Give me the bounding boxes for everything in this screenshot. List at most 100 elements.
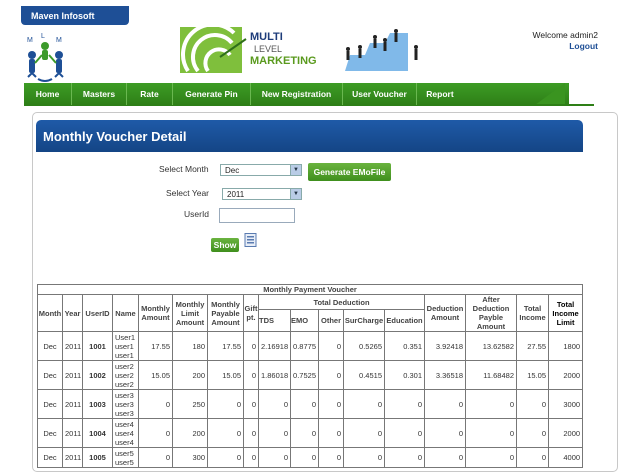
cell-tds: 2.16918 <box>258 331 291 361</box>
cell-monthly-amount: 15.05 <box>138 360 173 390</box>
cell-total-income-limit: 2000 <box>547 360 584 390</box>
cell-after-deduction: 0 <box>465 418 517 448</box>
brand-name: Maven Infosoft <box>31 10 95 21</box>
generate-emofile-button[interactable]: Generate EMoFile <box>308 163 391 181</box>
nav-home[interactable]: Home <box>24 83 72 105</box>
cell-emo: 0.7525 <box>290 360 319 390</box>
cell-name: user2 user2 user2 <box>112 360 139 390</box>
cell-surcharge: 0 <box>343 389 385 419</box>
cell-total-income: 0 <box>516 389 549 419</box>
cell-deduction-amount: 3.92418 <box>424 331 466 361</box>
cell-total-income: 15.05 <box>516 360 549 390</box>
nav-report[interactable]: Report <box>417 83 463 105</box>
mlm-logo: M L M <box>27 33 64 82</box>
header-surcharge: SurCharge <box>343 309 385 332</box>
cell-education: 0.301 <box>384 360 425 390</box>
nav-new-registration[interactable]: New Registration <box>251 83 343 105</box>
header-tds: TDS <box>258 309 291 332</box>
name-line: user1 <box>115 350 134 360</box>
cell-year: 2011 <box>62 389 83 419</box>
month-select[interactable]: Dec ▼ <box>220 164 302 176</box>
cell-total-income: 0 <box>516 418 549 448</box>
header-total-income: Total Income <box>516 294 549 332</box>
cell-gift: 0 <box>243 389 259 419</box>
header-emo: EMO <box>290 309 319 332</box>
year-label: Select Year <box>166 188 210 198</box>
cell-monthly-payable: 15.05 <box>207 360 244 390</box>
cell-monthly-payable: 0 <box>207 447 244 468</box>
table-row: Dec 2011 1004 user4 user4 user4 0 200 0 0 0 0 0 0 0 0 0 0… <box>37 418 584 448</box>
cell-monthly-payable: 0 <box>207 418 244 448</box>
show-button[interactable]: Show <box>211 238 239 252</box>
header-month: Month <box>37 294 63 332</box>
cell-deduction-amount: 0 <box>424 447 466 468</box>
nav-masters[interactable]: Masters <box>72 83 127 105</box>
cell-emo: 0 <box>290 389 319 419</box>
banner-line1: MULTI <box>250 31 283 43</box>
header-other: Other <box>318 309 344 332</box>
table-caption: Monthly Payment Voucher <box>36 284 584 295</box>
cell-tds: 0 <box>258 389 291 419</box>
cell-tds: 1.86018 <box>258 360 291 390</box>
table-row: Dec 2011 1001 User1 user1 user1 17.55 180 17.55 0… <box>37 331 584 361</box>
cell-education: 0 <box>384 447 425 468</box>
cell-total-income: 0 <box>516 447 549 468</box>
cell-emo: 0.8775 <box>290 331 319 361</box>
cell-year: 2011 <box>62 418 83 448</box>
name-line: User1 <box>115 332 136 342</box>
header-education: Education <box>384 309 425 332</box>
name-line: user4 <box>115 419 134 429</box>
header-name: Name <box>112 294 139 332</box>
name-line: user2 <box>115 370 134 380</box>
cell-total-income: 27.55 <box>516 331 549 361</box>
cell-month: Dec <box>37 331 63 361</box>
cell-userid: 1002 <box>82 360 113 390</box>
cell-other: 0 <box>318 331 344 361</box>
cell-gift: 0 <box>243 447 259 468</box>
nav-rate[interactable]: Rate <box>127 83 173 105</box>
cell-surcharge: 0.5265 <box>343 331 385 361</box>
header-total-income-limit: Total Income Limit <box>547 294 584 332</box>
name-line: user5 <box>115 457 134 467</box>
header-total-deduction: Total Deduction <box>258 294 425 310</box>
cell-total-income-limit: 1800 <box>547 331 584 361</box>
banner-line3: MARKETING <box>250 55 317 67</box>
userid-label: UserId <box>184 209 210 219</box>
main-nav: Home Masters Rate Generate Pin New Regis… <box>24 83 463 105</box>
cell-other: 0 <box>318 389 344 419</box>
excel-export-icon[interactable] <box>244 233 257 247</box>
nav-generate-pin[interactable]: Generate Pin <box>173 83 251 105</box>
nav-user-voucher[interactable]: User Voucher <box>343 83 417 105</box>
cell-other: 0 <box>318 360 344 390</box>
cell-total-income-limit: 4000 <box>547 447 584 468</box>
cell-year: 2011 <box>62 331 83 361</box>
chevron-down-icon: ▼ <box>290 189 301 199</box>
year-select[interactable]: 2011 ▼ <box>222 188 302 200</box>
userid-input[interactable] <box>219 208 295 223</box>
cell-surcharge: 0.4515 <box>343 360 385 390</box>
month-label: Select Month <box>159 164 209 174</box>
cell-userid: 1003 <box>82 389 113 419</box>
cell-monthly-limit: 250 <box>172 389 208 419</box>
cell-tds: 0 <box>258 418 291 448</box>
cell-monthly-limit: 180 <box>172 331 208 361</box>
cell-education: 0.351 <box>384 331 425 361</box>
cell-userid: 1001 <box>82 331 113 361</box>
cell-year: 2011 <box>62 360 83 390</box>
name-line: user4 <box>115 428 134 438</box>
table-row: Dec 2011 1002 user2 user2 user2 15.05 200 15.05 0… <box>37 360 584 390</box>
logout-link[interactable]: Logout <box>532 41 598 52</box>
cell-total-income-limit: 2000 <box>547 418 584 448</box>
cell-month: Dec <box>37 389 63 419</box>
cell-after-deduction: 13.62582 <box>465 331 517 361</box>
header-after-deduction: After Deduction Payble Amount <box>465 294 517 332</box>
cell-other: 0 <box>318 447 344 468</box>
cell-name: user4 user4 user4 <box>112 418 139 448</box>
chevron-down-icon: ▼ <box>290 165 301 175</box>
cell-month: Dec <box>37 360 63 390</box>
logo-letter-m1: M <box>27 37 33 44</box>
cell-tds: 0 <box>258 447 291 468</box>
banner-line2: LEVEL <box>254 44 282 54</box>
cell-gift: 0 <box>243 331 259 361</box>
cell-month: Dec <box>37 418 63 448</box>
